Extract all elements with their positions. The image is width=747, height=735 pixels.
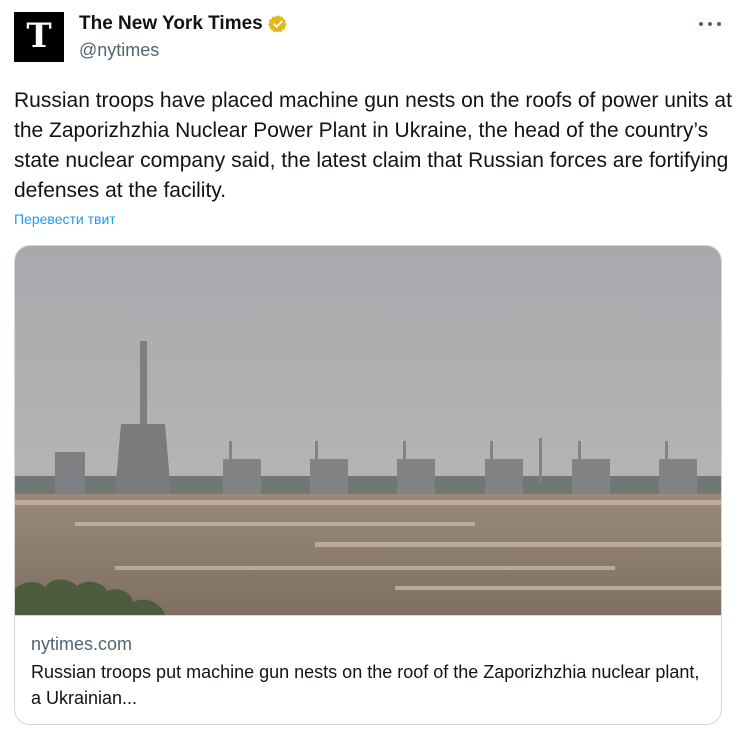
account-handle[interactable]: @nytimes (79, 40, 159, 61)
verified-badge-icon (267, 15, 287, 33)
dot (699, 22, 703, 26)
account-name[interactable]: The New York Times (79, 13, 263, 35)
nyt-logo-glyph: T (26, 16, 52, 56)
dot (708, 22, 712, 26)
dot (717, 22, 721, 26)
avatar[interactable]: T (14, 12, 64, 62)
card-domain: nytimes.com (31, 634, 133, 654)
card-title: Russian troops put machine gun nests on … (31, 662, 700, 708)
card-image (15, 246, 721, 615)
tweet-text: Russian troops have placed machine gun n… (14, 89, 732, 202)
card-divider (15, 615, 721, 616)
translate-tweet-link[interactable]: Перевести твит (14, 211, 116, 227)
account-name-row: The New York Times (79, 13, 288, 35)
more-dots-icon[interactable] (699, 14, 721, 34)
link-preview-card[interactable]: nytimes.com Russian troops put machine g… (14, 245, 722, 725)
